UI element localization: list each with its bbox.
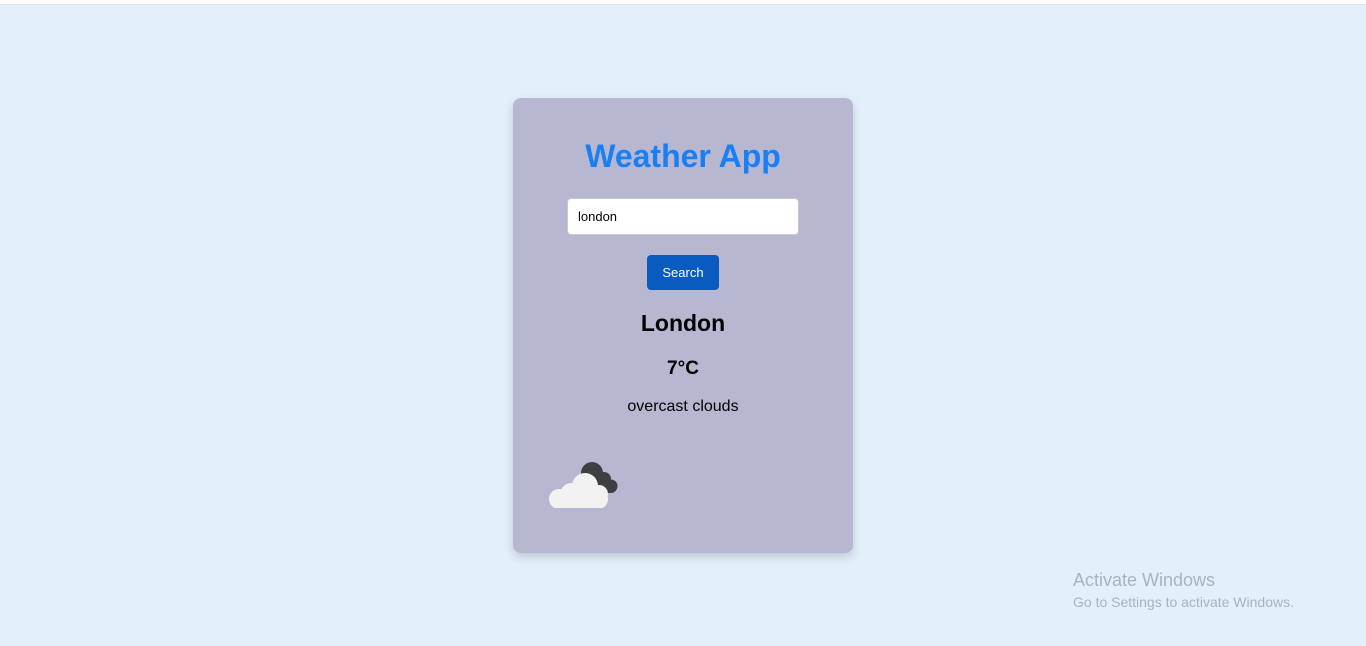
temperature: 7°C (667, 358, 699, 379)
weather-card: Weather App Search London 7°C overcast c… (513, 98, 853, 553)
search-button[interactable]: Search (647, 255, 719, 290)
app-title: Weather App (585, 138, 781, 174)
activate-windows-watermark: Activate Windows Go to Settings to activ… (1073, 569, 1294, 613)
top-border (0, 0, 1366, 5)
weather-description: overcast clouds (627, 398, 739, 415)
overcast-clouds-icon (549, 462, 618, 508)
city-name: London (640, 310, 726, 336)
city-search-input[interactable] (567, 198, 799, 235)
watermark-title: Activate Windows (1073, 570, 1216, 590)
watermark-subtitle: Go to Settings to activate Windows. (1073, 594, 1294, 610)
